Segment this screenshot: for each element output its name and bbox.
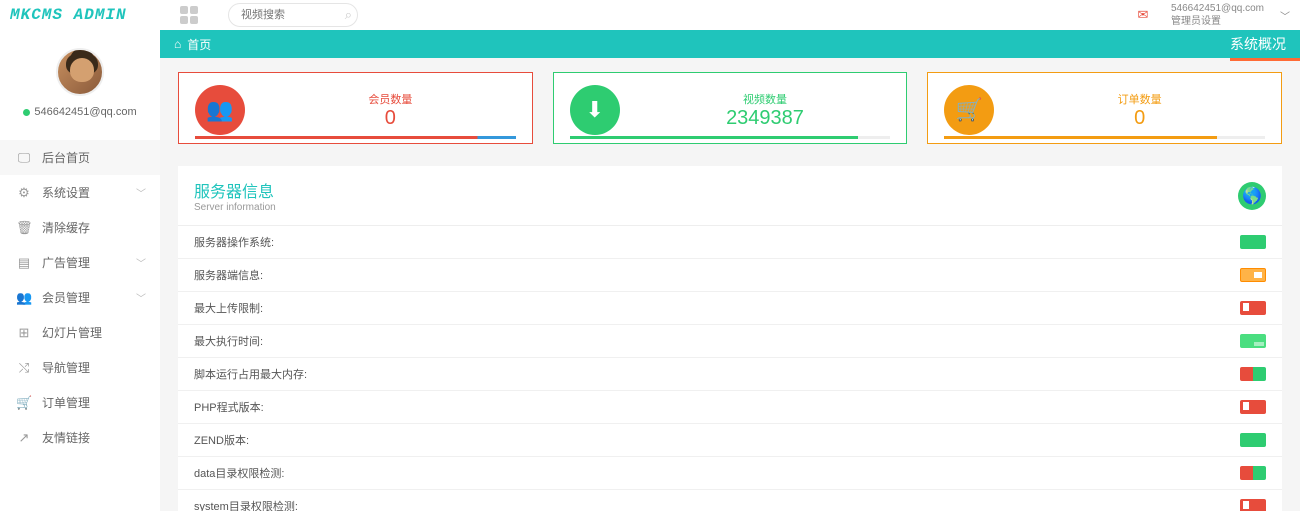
external-link-icon: ↗	[16, 430, 32, 446]
sidebar-item-links[interactable]: ↗友情链接	[0, 420, 160, 455]
gear-icon: ⚙	[16, 185, 32, 201]
shuffle-icon: ⤭	[16, 360, 32, 376]
chevron-down-icon[interactable]: ﹀	[1280, 8, 1290, 23]
brand-logo: MKCMS ADMIN	[10, 6, 160, 24]
info-dataperm: data目录权限检测:	[178, 457, 1282, 490]
sidebar-item-orders[interactable]: 🛒订单管理	[0, 385, 160, 420]
sidebar-item-slides[interactable]: ⊞幻灯片管理	[0, 315, 160, 350]
mail-icon[interactable]: ✉	[1131, 3, 1155, 27]
search-icon[interactable]: ⌕	[345, 7, 352, 23]
panel-subtitle: Server information	[194, 202, 276, 213]
image-icon: ▤	[16, 255, 32, 271]
stat-videos[interactable]: ⬇ 视频数量 2349387	[553, 72, 908, 144]
search-box: ⌕	[228, 3, 358, 27]
sidebar-item-dashboard[interactable]: 🖵后台首页	[0, 140, 160, 175]
sidebar-item-ads[interactable]: ▤广告管理﹀	[0, 245, 160, 280]
page-title: 系统概况	[1230, 34, 1286, 54]
sidebar-item-system[interactable]: ⚙系统设置﹀	[0, 175, 160, 210]
breadcrumb-home[interactable]: 首页	[187, 36, 211, 53]
users-icon: 👥	[16, 290, 32, 306]
sidebar-item-cache[interactable]: 🗑清除缓存	[0, 210, 160, 245]
info-exec: 最大执行时间:	[178, 325, 1282, 358]
stat-orders[interactable]: 🛒 订单数量 0	[927, 72, 1282, 144]
chevron-down-icon: ﹀	[136, 290, 146, 305]
cart-icon: 🛒	[16, 395, 32, 411]
user-info: 546642451@qq.com 管理员设置	[1171, 2, 1264, 28]
download-icon: ⬇	[570, 85, 620, 135]
info-os: 服务器操作系统:	[178, 226, 1282, 259]
globe-icon: 🌎	[1238, 182, 1266, 210]
grid-icon: ⊞	[16, 325, 32, 341]
monitor-icon: 🖵	[16, 150, 32, 166]
sidebar: 546642451@qq.com 🖵后台首页 ⚙系统设置﹀ 🗑清除缓存 ▤广告管…	[0, 30, 160, 511]
home-icon[interactable]: ⌂	[174, 37, 181, 51]
chevron-down-icon: ﹀	[136, 255, 146, 270]
search-input[interactable]	[228, 3, 358, 27]
info-upload: 最大上传限制:	[178, 292, 1282, 325]
status-badge: 546642451@qq.com	[0, 106, 160, 118]
chevron-down-icon: ﹀	[136, 185, 146, 200]
sidebar-item-navigation[interactable]: ⤭导航管理	[0, 350, 160, 385]
avatar[interactable]	[56, 48, 104, 96]
panel-title: 服务器信息	[194, 178, 276, 202]
cart-icon: 🛒	[944, 85, 994, 135]
users-icon: 👥	[195, 85, 245, 135]
info-memory: 脚本运行占用最大内存:	[178, 358, 1282, 391]
trash-icon: 🗑	[16, 220, 32, 236]
info-sysperm: system目录权限检测:	[178, 490, 1282, 511]
server-info-panel: 服务器信息 Server information 🌎 服务器操作系统: 服务器端…	[178, 166, 1282, 511]
sidebar-item-members[interactable]: 👥会员管理﹀	[0, 280, 160, 315]
stat-members[interactable]: 👥 会员数量 0	[178, 72, 533, 144]
apps-grid-icon[interactable]	[180, 6, 198, 24]
breadcrumb: ⌂ 首页 系统概况	[160, 30, 1300, 58]
info-zend: ZEND版本:	[178, 424, 1282, 457]
info-php: PHP程式版本:	[178, 391, 1282, 424]
info-port: 服务器端信息:	[178, 259, 1282, 292]
